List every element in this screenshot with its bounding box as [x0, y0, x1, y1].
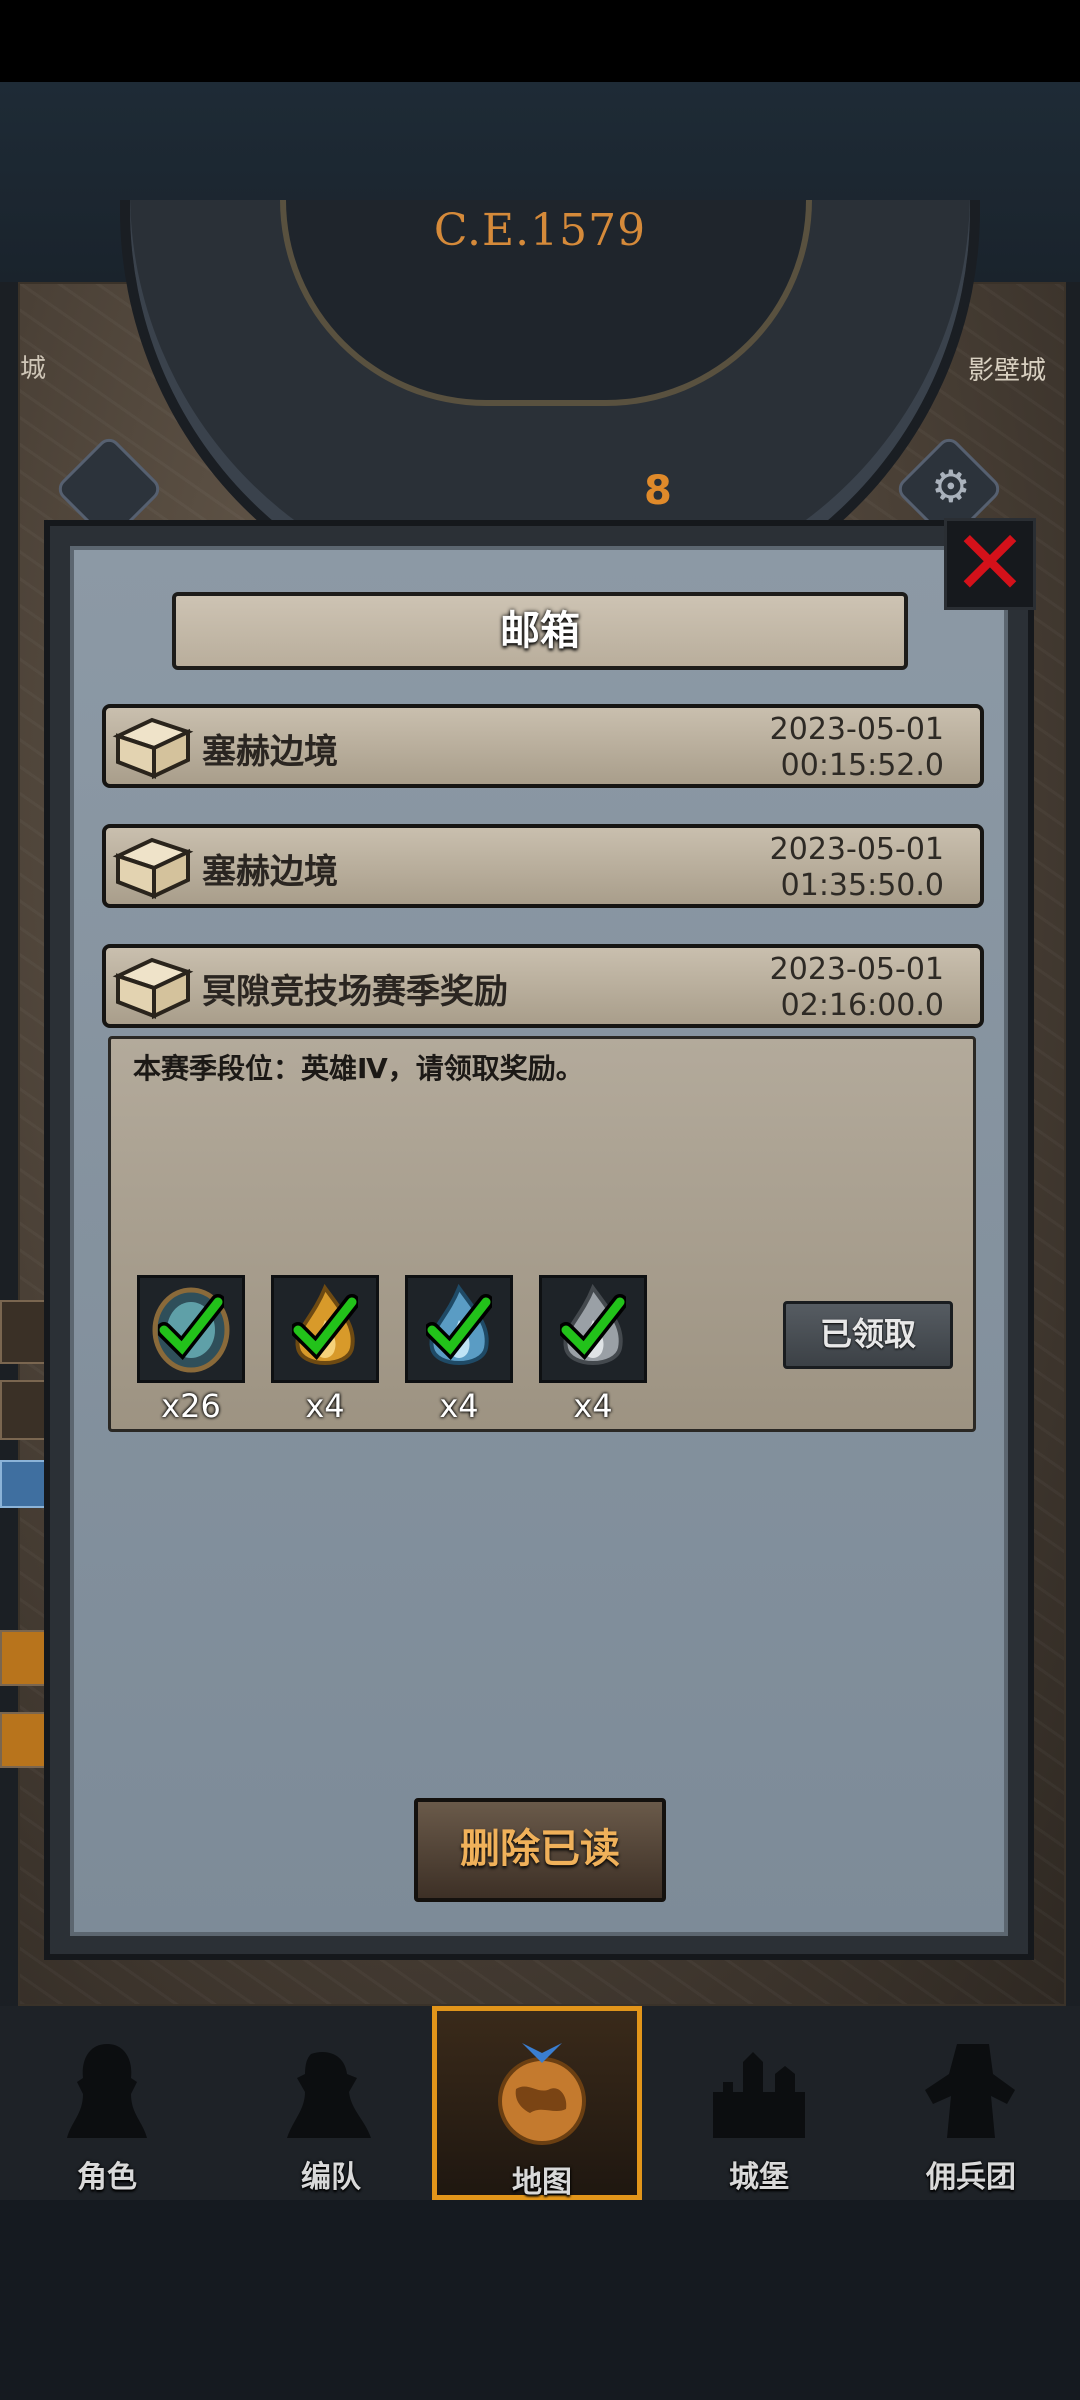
bottom-nav: 角色 编队 地图 城堡 佣兵团: [0, 2006, 1080, 2200]
top-status-bar: [0, 0, 1080, 82]
mail-body: 本赛季段位：英雄Ⅳ，请领取奖励。: [133, 1052, 584, 1085]
close-button[interactable]: ✕: [944, 518, 1036, 610]
mail-title: 塞赫边境: [202, 852, 338, 892]
mail-time: 01:35:50.0: [780, 868, 944, 903]
mail-row[interactable]: 塞赫边境 2023-05-01 00:15:52.0: [102, 704, 984, 788]
reward-count: x4: [573, 1387, 613, 1425]
dial-hour: 8: [644, 468, 672, 514]
ring-icon[interactable]: [0, 1712, 48, 1768]
mail-date: 2023-05-01: [769, 832, 944, 867]
nav-label: 角色: [77, 2160, 137, 2195]
chest-icon: [112, 957, 194, 1020]
close-x-icon: ✕: [952, 511, 1028, 616]
check-icon: [292, 1294, 358, 1361]
nav-item-map[interactable]: 地图: [432, 2006, 642, 2200]
nav-label: 城堡: [729, 2160, 789, 2195]
mail-timestamp: 2023-05-01 02:16:00.0: [770, 952, 944, 1024]
nav-item-mercenary[interactable]: 佣兵团: [866, 2006, 1076, 2200]
gear-icon: ⚙: [931, 461, 971, 513]
nav-item-character[interactable]: 角色: [2, 2006, 212, 2200]
reward-item[interactable]: [539, 1275, 647, 1383]
nav-label: 编队: [301, 2160, 361, 2195]
mail-timestamp: 2023-05-01 01:35:50.0: [770, 832, 944, 904]
nav-label: 地图: [512, 2165, 572, 2200]
nav-item-castle[interactable]: 城堡: [654, 2006, 864, 2200]
mailbox-title: 邮箱: [172, 592, 908, 670]
reward-count: x26: [161, 1387, 221, 1425]
check-icon: [426, 1294, 492, 1361]
claimed-button[interactable]: 已领取: [783, 1301, 953, 1369]
mail-row-open[interactable]: 冥隙竞技场赛季奖励 2023-05-01 02:16:00.0: [102, 944, 984, 1028]
mail-title: 塞赫边境: [202, 732, 338, 772]
reward-item[interactable]: [271, 1275, 379, 1383]
check-icon: [560, 1294, 626, 1361]
check-icon: [158, 1294, 224, 1361]
mail-time: 02:16:00.0: [780, 988, 944, 1023]
side-label-left: 城: [20, 354, 47, 384]
side-quest-icon[interactable]: [0, 1380, 48, 1440]
side-label-right: 影壁城: [968, 356, 1047, 386]
reward-item[interactable]: [137, 1275, 245, 1383]
nav-label: 佣兵团: [926, 2160, 1016, 2195]
mercenary-icon: [925, 2044, 1015, 2138]
mail-timestamp: 2023-05-01 00:15:52.0: [770, 712, 944, 784]
side-scroll-icon[interactable]: [0, 1300, 48, 1364]
squad-icon: [287, 2052, 371, 2138]
reward-item[interactable]: [405, 1275, 513, 1383]
reward-count: x4: [439, 1387, 479, 1425]
nav-item-squad[interactable]: 编队: [226, 2006, 436, 2200]
reward-count: x4: [305, 1387, 345, 1425]
globe-icon: [498, 2043, 586, 2145]
chest-icon: [112, 717, 194, 780]
castle-icon: [713, 2052, 805, 2138]
mail-row[interactable]: 塞赫边境 2023-05-01 01:35:50.0: [102, 824, 984, 908]
chest-icon: [112, 837, 194, 900]
mail-detail: 本赛季段位：英雄Ⅳ，请领取奖励。 x26 x4 x4 x4 已领取: [108, 1036, 976, 1432]
bottom-system-area: [0, 2200, 1080, 2400]
mail-time: 00:15:52.0: [780, 748, 944, 783]
target-icon[interactable]: [0, 1630, 48, 1686]
delete-read-button[interactable]: 删除已读: [414, 1798, 666, 1902]
mail-date: 2023-05-01: [769, 952, 944, 987]
mail-title: 冥隙竞技场赛季奖励: [202, 972, 508, 1012]
era-label: C.E.1579: [433, 205, 647, 256]
knight-icon: [67, 2044, 147, 2138]
swords-icon[interactable]: [0, 1460, 48, 1508]
mail-date: 2023-05-01: [769, 712, 944, 747]
